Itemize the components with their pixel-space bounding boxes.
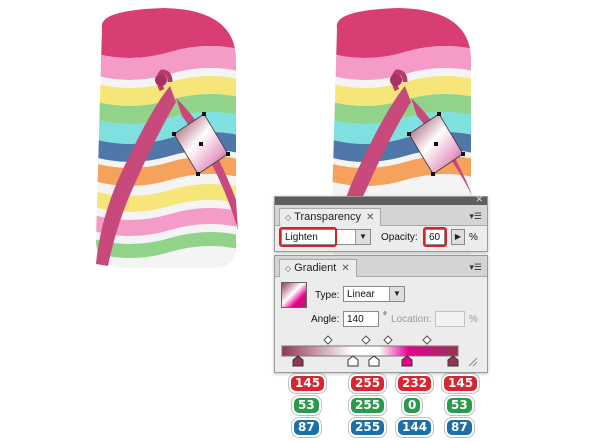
stop1-b: 87 [292,418,321,437]
transparency-panel: ✕ ◇ Transparency ✕ ▾☰ Lighten ▼ Opacity: 6… [274,194,488,252]
stop4-b: 87 [445,418,474,437]
degree-symbol: ° [383,311,387,322]
color-stops [292,355,459,367]
stop3-r: 232 [396,374,434,393]
stop4-r: 145 [442,374,480,393]
transparency-tabrow: ◇ Transparency ✕ ▾☰ [275,205,487,226]
type-label: Type: [315,290,340,301]
transparency-titlebar[interactable]: ✕ [275,194,487,205]
chevron-down-icon[interactable]: ▼ [389,287,404,301]
panel-menu-icon[interactable]: ▾☰ [469,211,482,222]
resize-grip-icon [468,357,478,367]
panel-collapse-icon[interactable]: ◇ [285,213,291,222]
close-icon[interactable]: ✕ [475,194,483,205]
midpoint-markers [323,335,432,345]
opacity-label: Opacity: [381,232,418,243]
panel-menu-icon[interactable]: ▾☰ [469,262,482,273]
stop1-r: 145 [289,374,327,393]
stop3-g: 0 [402,396,423,415]
opacity-percent: % [469,232,478,243]
blend-mode-highlight [279,227,337,247]
tab-close-icon[interactable]: ✕ [366,212,374,223]
tab-close-icon[interactable]: ✕ [341,263,349,274]
gradient-slider[interactable] [281,334,481,368]
tab-transparency[interactable]: ◇ Transparency ✕ [279,208,382,226]
midpoint-diamond [383,335,393,345]
gradient-bar [281,345,459,357]
tab-gradient[interactable]: ◇ Gradient ✕ [279,259,357,277]
stop1-g: 53 [292,396,321,415]
gradient-swatch[interactable] [281,282,307,308]
opacity-slider-button[interactable]: ▶ [451,229,465,245]
stop4-g: 53 [445,396,474,415]
midpoint-diamond [361,335,371,345]
chevron-down-icon[interactable]: ▼ [355,230,370,244]
stop2-r: 255 [349,374,387,393]
color-stop [447,355,459,367]
gradient-type-select[interactable]: Linear ▼ [343,286,405,302]
midpoint-diamond [323,335,333,345]
midpoint-diamond [422,335,432,345]
chevron-right-icon[interactable]: ▶ [452,230,464,244]
color-stop [292,355,304,367]
opacity-highlight [423,227,447,247]
location-field[interactable] [435,311,465,327]
stop3-b: 144 [396,418,434,437]
gradient-panel: ◇ Gradient ✕ ▾☰ Type: Linear ▼ Angle: 140 … [274,255,488,373]
location-label: Location: [391,314,432,325]
stop2-b: 255 [349,418,387,437]
angle-label: Angle: [311,314,340,325]
gradient-tabrow: ◇ Gradient ✕ ▾☰ [275,256,487,277]
panel-collapse-icon[interactable]: ◇ [285,264,291,273]
color-stop [347,355,359,367]
location-percent: % [469,314,478,325]
color-stop [401,355,413,367]
angle-field[interactable]: 140 [343,311,379,327]
stop2-g: 255 [349,396,387,415]
color-stop [368,355,380,367]
